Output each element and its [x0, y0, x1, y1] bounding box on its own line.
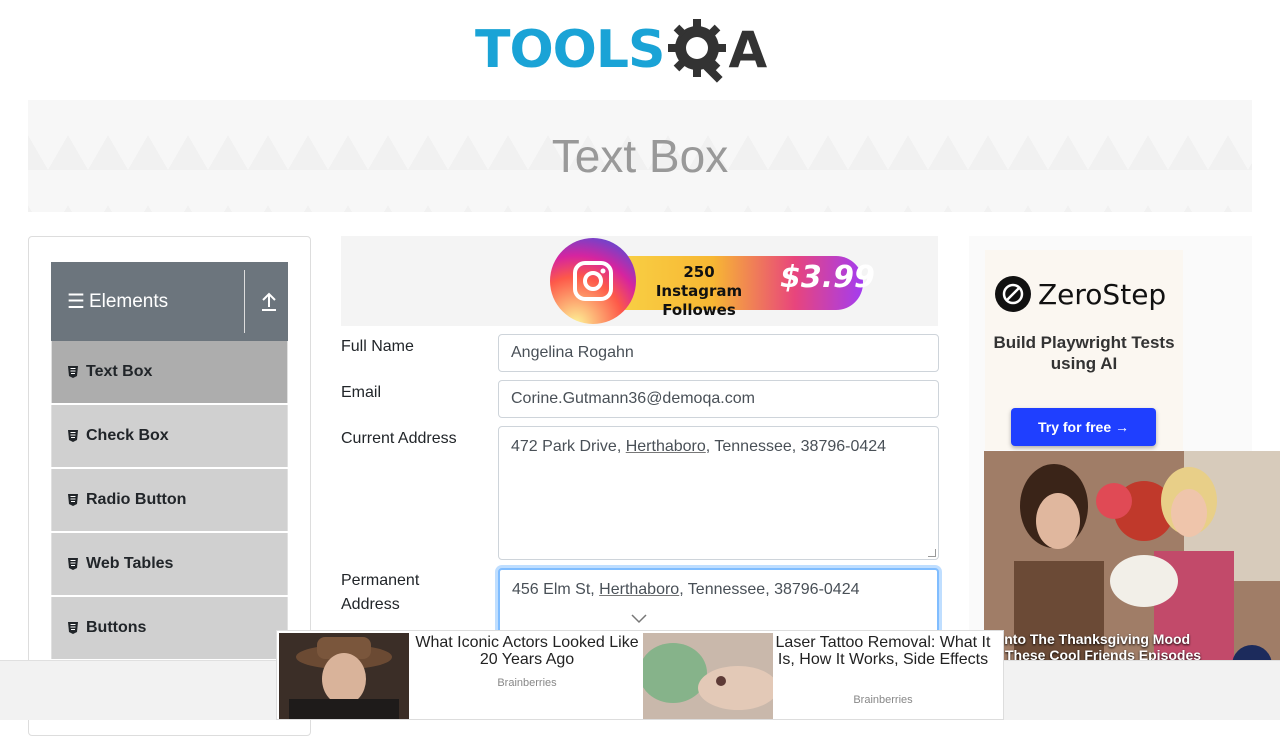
video-caption-line-1: et Into The Thanksgiving Mood [984, 631, 1191, 647]
ad-line-2: Followes [662, 301, 736, 319]
current-address-textarea[interactable]: 472 Park Drive, Herthaboro, Tennessee, 3… [498, 426, 939, 560]
page-banner: Text Box [28, 100, 1252, 212]
elements-group-header[interactable]: ☰ Elements [51, 262, 288, 341]
instagram-icon [550, 238, 636, 324]
html5-icon [68, 494, 78, 506]
sidebar-item-label: Radio Button [86, 491, 187, 508]
group-title: Elements [88, 290, 169, 312]
zerostep-brand: ZeroStep [1038, 277, 1167, 311]
sidebar-item-label: Text Box [86, 363, 153, 380]
address-text-rest: , Tennessee, 38796-0424 [679, 581, 860, 598]
address-text-rest: , Tennessee, 38796-0424 [705, 438, 887, 455]
ad-source-2: Brainberries [853, 694, 913, 706]
zerostep-logo: ZeroStep [995, 276, 1166, 312]
instagram-ad: 250 Instagram Followes $3.99 [550, 238, 875, 324]
bottom-ad-banner[interactable]: What Iconic Actors Looked Like 20 Years … [276, 630, 1004, 720]
sidebar-item-web-tables[interactable]: Web Tables [51, 533, 288, 595]
full-name-label: Full Name [341, 338, 414, 355]
sidebar-item-text-box[interactable]: Text Box [51, 341, 288, 403]
toolsqa-logo[interactable]: TOOLS A [475, 10, 805, 90]
ad-headline-1: What Iconic Actors Looked Like 20 Years … [415, 634, 639, 668]
resize-handle[interactable] [928, 549, 936, 557]
address-city: Herthaboro [625, 438, 706, 455]
elements-menu-list: Text Box Check Box Radio Button Web Tabl… [51, 341, 288, 661]
logo-text-a: A [728, 21, 768, 79]
current-address-label: Current Address [341, 430, 457, 447]
ad-source-1: Brainberries [497, 677, 557, 689]
zerostep-ad[interactable]: ZeroStep Build Playwright Tests using AI… [985, 250, 1183, 450]
email-label: Email [341, 384, 382, 401]
address-text: 456 Elm St, [512, 581, 600, 598]
html5-icon [68, 558, 78, 570]
ad-headline-2: Laser Tattoo Removal: What It Is, How It… [775, 634, 991, 668]
video-ad[interactable]: et Into The Thanksgiving Mood ith These … [984, 451, 1280, 666]
chevron-down-icon[interactable] [630, 612, 648, 626]
ad-line-1: 250 Instagram [655, 263, 743, 300]
zerostep-logo-icon [995, 276, 1031, 312]
html5-icon [68, 366, 78, 378]
ad-thumbnail-actor [279, 633, 409, 719]
collapse-arrow-icon[interactable] [259, 290, 279, 312]
ad-headline: 250 Instagram Followes [644, 263, 754, 320]
email-input[interactable]: Corine.Gutmann36@demoqa.com [498, 380, 939, 418]
try-for-free-button[interactable]: Try for free → [1011, 408, 1156, 446]
permanent-address-label: Permanent Address [341, 572, 420, 613]
page-title: Text Box [551, 130, 729, 182]
gear-icon [668, 19, 727, 83]
sidebar-item-label: Check Box [86, 427, 169, 444]
sidebar-item-label: Web Tables [86, 555, 174, 572]
menu-icon: ☰ [67, 291, 85, 313]
html5-icon [68, 622, 78, 634]
html5-icon [68, 430, 78, 442]
ad-price: $3.99 [780, 260, 875, 295]
full-name-input[interactable]: Angelina Rogahn [498, 334, 939, 372]
sidebar-item-check-box[interactable]: Check Box [51, 405, 288, 467]
header-divider [244, 270, 245, 333]
sidebar-item-buttons[interactable]: Buttons [51, 597, 288, 659]
logo-text-tools: TOOLS [475, 20, 665, 80]
sidebar-item-radio-button[interactable]: Radio Button [51, 469, 288, 531]
address-city: Herthaboro [599, 581, 680, 598]
site-header: TOOLS A [0, 0, 1280, 100]
address-text: 472 Park Drive, [511, 438, 626, 455]
sidebar-item-label: Buttons [86, 619, 147, 636]
ad-thumbnail-tattoo [643, 633, 773, 719]
zerostep-tagline: Build Playwright Tests using AI [993, 333, 1175, 373]
instagram-ad-banner[interactable]: 250 Instagram Followes $3.99 [341, 236, 938, 326]
